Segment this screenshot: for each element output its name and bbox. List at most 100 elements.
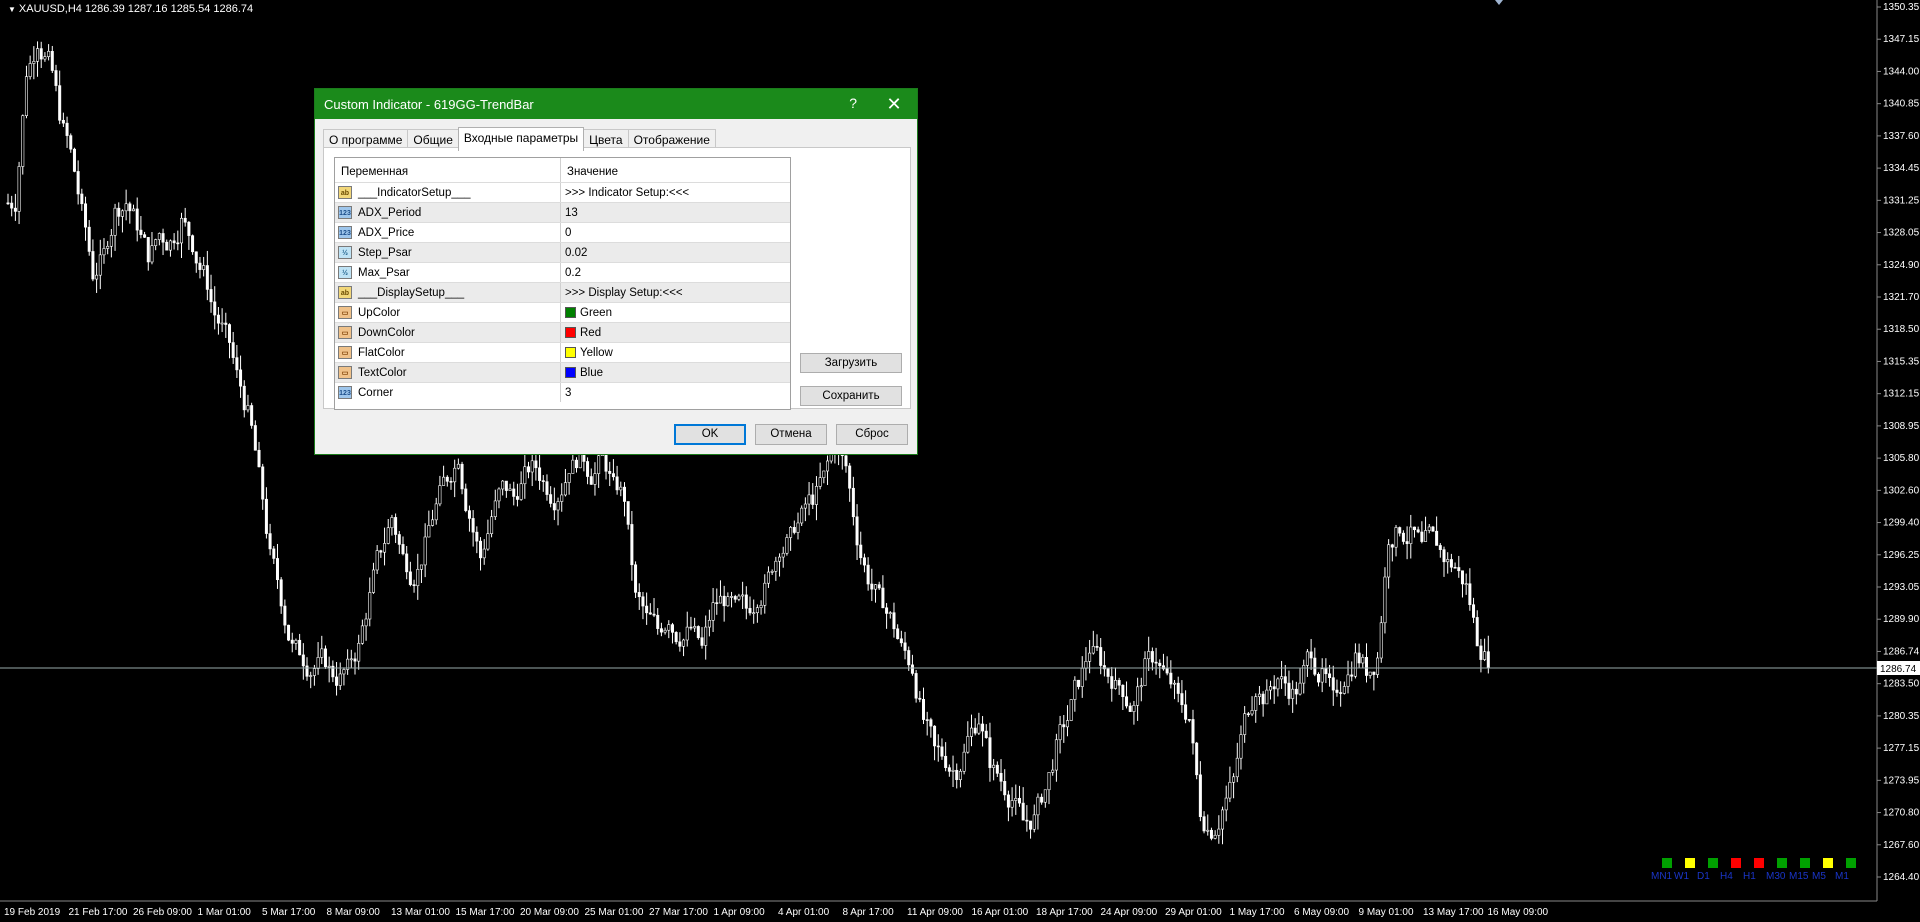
candle-body: [1176, 682, 1180, 694]
candle-body: [434, 503, 438, 521]
candle-body: [368, 592, 372, 620]
candle-body: [907, 650, 911, 666]
save-button[interactable]: Сохранить: [800, 386, 902, 406]
candle-body: [1184, 704, 1188, 720]
column-variable[interactable]: Переменная: [335, 158, 561, 182]
param-value: Yellow: [580, 346, 613, 359]
candle-body: [239, 369, 243, 387]
candle-body: [1335, 689, 1339, 693]
candle-body: [759, 604, 763, 608]
candle-body: [973, 727, 977, 734]
dialog-title: Custom Indicator - 619GG-TrendBar: [324, 97, 534, 112]
candle-body: [1261, 693, 1265, 705]
param-row[interactable]: 123 Corner 3: [335, 382, 790, 402]
candle-body: [1291, 688, 1295, 699]
price-tick-label: 1277.15: [1883, 743, 1920, 754]
candle-body: [1412, 526, 1416, 531]
param-row[interactable]: ▭ FlatColor Yellow: [335, 342, 790, 362]
candle-body: [84, 203, 88, 228]
candle-body: [1424, 530, 1428, 542]
candle-body: [1350, 674, 1354, 677]
candle-body: [287, 624, 291, 641]
candle-body: [1054, 739, 1058, 771]
candle-body: [1276, 678, 1280, 690]
candle-body: [715, 602, 719, 604]
candle-body: [800, 507, 804, 524]
param-name: TextColor: [358, 366, 407, 379]
param-name: Corner: [358, 386, 394, 399]
column-value[interactable]: Значение: [561, 158, 790, 182]
price-tick-label: 1267.60: [1883, 840, 1920, 851]
param-value-cell[interactable]: 0.2: [561, 263, 790, 282]
time-tick-label: 1 May 17:00: [1230, 907, 1285, 918]
param-value-cell[interactable]: 0.02: [561, 243, 790, 262]
candle-body: [1483, 651, 1487, 660]
param-row[interactable]: ▭ DownColor Red: [335, 322, 790, 342]
param-value-cell[interactable]: 0: [561, 223, 790, 242]
param-value-cell[interactable]: 3: [561, 383, 790, 402]
candle-body: [1416, 529, 1420, 533]
param-value-cell[interactable]: Green: [561, 303, 790, 322]
close-button[interactable]: ✕: [877, 91, 911, 117]
param-row[interactable]: ▭ UpColor Green: [335, 302, 790, 322]
candle-body: [471, 518, 475, 533]
candle-body: [497, 488, 501, 502]
candle-body: [180, 217, 184, 244]
candle-body: [1376, 657, 1380, 675]
param-row[interactable]: ½ Max_Psar 0.2: [335, 262, 790, 282]
reset-button[interactable]: Сброс: [836, 424, 908, 445]
price-tick-label: 1289.90: [1883, 614, 1920, 625]
candle-body: [109, 235, 113, 247]
param-value-cell[interactable]: Red: [561, 323, 790, 342]
candle-body: [1409, 526, 1413, 544]
param-row[interactable]: ab ___IndicatorSetup___ >>> Indicator Setu…: [335, 182, 790, 202]
candle-body: [176, 242, 180, 245]
grid-header: Переменная Значение: [335, 158, 790, 182]
time-tick-label: 29 Apr 01:00: [1165, 907, 1222, 918]
param-value-cell[interactable]: Blue: [561, 363, 790, 382]
price-tick-label: 1312.15: [1883, 389, 1920, 400]
candle-body: [1309, 651, 1313, 659]
param-row[interactable]: ▭ TextColor Blue: [335, 362, 790, 382]
menu-triangle-icon[interactable]: ▼: [8, 5, 16, 14]
param-value-cell[interactable]: >>> Indicator Setup:<<<: [561, 183, 790, 202]
param-value-cell[interactable]: 13: [561, 203, 790, 222]
tab-2[interactable]: Входные параметры: [457, 127, 585, 151]
candle-body: [106, 245, 110, 249]
candle-body: [216, 314, 220, 324]
timeframe-label: H1: [1743, 871, 1756, 882]
candle-body: [150, 245, 154, 263]
price-tick-label: 1308.95: [1883, 421, 1920, 432]
ok-button[interactable]: OK: [674, 424, 746, 445]
candle-body: [556, 501, 560, 511]
candle-body: [1169, 672, 1173, 685]
candle-body: [408, 571, 412, 585]
price-tick-label: 1305.80: [1883, 453, 1920, 464]
candle-body: [936, 745, 940, 748]
cancel-button[interactable]: Отмена: [755, 424, 827, 445]
candle-body: [467, 510, 471, 519]
dialog-title-bar[interactable]: Custom Indicator - 619GG-TrendBar ? ✕: [315, 89, 917, 119]
candle-body: [65, 122, 69, 136]
help-button[interactable]: ?: [849, 95, 857, 111]
load-button[interactable]: Загрузить: [800, 353, 902, 373]
candle-body: [910, 664, 914, 674]
dialog-tabs: О программе Общие Входные параметры Цвета От…: [323, 127, 716, 151]
candle-body: [811, 494, 815, 505]
candle-body: [870, 583, 874, 590]
candle-body: [826, 460, 830, 472]
param-row[interactable]: 123 ADX_Period 13: [335, 202, 790, 222]
candle-body: [586, 461, 590, 477]
param-row[interactable]: 123 ADX_Price 0: [335, 222, 790, 242]
candle-body: [13, 207, 17, 212]
candle-body: [1010, 800, 1014, 808]
candle-body: [32, 61, 36, 64]
candle-body: [718, 595, 722, 604]
param-row[interactable]: ½ Step_Psar 0.02: [335, 242, 790, 262]
param-row[interactable]: ab ___DisplaySetup___ >>> Display Setup:<<…: [335, 282, 790, 302]
candle-body: [1468, 583, 1472, 606]
param-value-cell[interactable]: >>> Display Setup:<<<: [561, 283, 790, 302]
price-chart[interactable]: 1350.35 1347.15 1344.00 1340.85 1337.60 1334.…: [0, 0, 1920, 922]
candle-body: [899, 638, 903, 644]
param-value-cell[interactable]: Yellow: [561, 343, 790, 362]
